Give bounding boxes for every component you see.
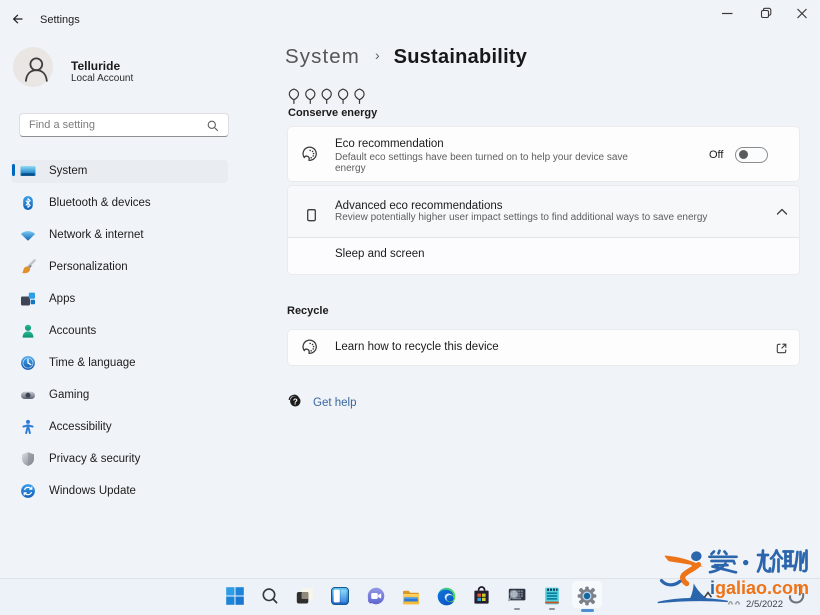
svg-text:?: ? [293,397,298,406]
